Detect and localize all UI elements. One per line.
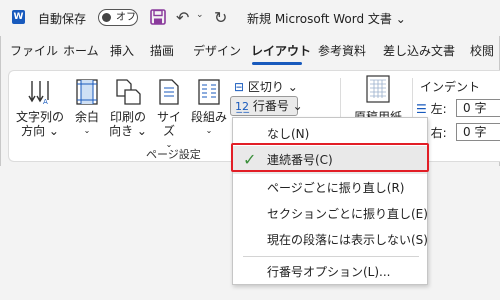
menu-item-label: 現在の段落には表示しない(S) <box>267 233 428 247</box>
page-setup-group-label: ページ設定 <box>146 148 201 161</box>
columns-label-1: 段組み <box>190 110 227 124</box>
indent-left-icon: ☰ <box>416 102 427 116</box>
text-direction-label-1: 文字列の <box>15 110 64 124</box>
undo-icon[interactable]: ↶ <box>176 8 189 27</box>
redo-icon[interactable]: ↻ <box>214 8 227 27</box>
indent-left-field[interactable]: 0 字 <box>456 99 500 117</box>
columns-button[interactable]: 段組み ⌄ <box>190 78 228 138</box>
autosave-toggle[interactable]: オフ <box>98 9 138 26</box>
menu-item-options[interactable]: 行番号オプション(L)... <box>233 258 427 286</box>
menu-item-label: セクションごとに振り直し(E) <box>267 207 428 221</box>
tab-home[interactable]: ホーム <box>63 42 99 59</box>
autosave-state: オフ <box>116 12 136 23</box>
tab-references[interactable]: 参考資料 <box>318 42 366 59</box>
highlight-box <box>231 143 429 172</box>
size-label-1: サイズ <box>156 110 181 138</box>
word-logo-icon: W <box>12 10 25 24</box>
margins-label-2: ⌄ <box>83 126 91 135</box>
size-button[interactable]: サイズ ⌄ <box>152 78 186 152</box>
breaks-icon: ⊟ <box>234 80 245 94</box>
tab-review[interactable]: 校閲 <box>470 42 494 59</box>
tab-mailings[interactable]: 差し込み文書 <box>383 42 455 59</box>
indent-right-field[interactable]: 0 字 <box>456 123 500 141</box>
menu-item-restart-each-section[interactable]: セクションごとに振り直し(E) <box>233 200 428 228</box>
text-direction-label-2: 方向 ⌄ <box>21 124 59 138</box>
menu-item-label: ページごとに振り直し(R) <box>267 181 405 195</box>
save-icon[interactable] <box>150 9 166 25</box>
tab-design[interactable]: デザイン <box>193 42 241 59</box>
breaks-button[interactable]: ⊟ 区切り ⌄ <box>234 78 298 95</box>
line-numbers-button[interactable]: 1̲2̲ 行番号 ⌄ <box>230 96 303 116</box>
indent-left-row: ☰ 左: <box>416 100 447 117</box>
genko-icon <box>366 75 390 103</box>
margins-button[interactable]: 余白 ⌄ <box>70 78 104 138</box>
menu-separator <box>243 256 419 257</box>
title-bar: W 自動保存 オフ ↶ ⌄ ↻ 新規 Microsoft Word 文書 ⌄ <box>0 0 500 36</box>
document-title[interactable]: 新規 Microsoft Word 文書 ⌄ <box>247 10 406 27</box>
tab-draw[interactable]: 描画 <box>150 42 174 59</box>
tab-layout[interactable]: レイアウト <box>251 42 311 59</box>
orientation-label-2: 向き ⌄ <box>109 124 147 138</box>
indent-right-label: 右: <box>430 126 447 140</box>
menu-item-label: 行番号オプション(L)... <box>267 265 391 279</box>
size-icon <box>159 79 179 105</box>
ribbon-tabs: ファイル ホーム 挿入 描画 デザイン レイアウト 参考資料 差し込み文書 校閲 <box>0 42 500 66</box>
orientation-label-1: 印刷の <box>109 110 146 124</box>
line-numbers-icon: 1̲2̲ <box>235 100 249 113</box>
menu-item-label: なし(N) <box>267 127 310 141</box>
autosave-label: 自動保存 <box>38 12 87 26</box>
columns-icon <box>198 79 220 105</box>
line-numbers-label: 行番号 ⌄ <box>252 99 303 113</box>
columns-label-2: ⌄ <box>205 126 213 135</box>
svg-text:A: A <box>43 98 48 106</box>
text-direction-icon: A <box>28 81 49 106</box>
text-direction-button[interactable]: A 文字列の 方向 ⌄ <box>14 78 66 138</box>
active-tab-indicator <box>252 62 302 65</box>
orientation-icon <box>116 79 141 105</box>
indent-left-label: 左: <box>430 102 447 116</box>
toggle-knob-icon <box>102 13 111 22</box>
tab-file[interactable]: ファイル <box>10 42 58 59</box>
orientation-button[interactable]: 印刷の 向き ⌄ <box>106 78 150 138</box>
menu-item-suppress[interactable]: 現在の段落には表示しない(S) <box>233 226 428 254</box>
margins-icon <box>76 79 98 105</box>
breaks-label: 区切り ⌄ <box>247 80 298 94</box>
menu-item-restart-each-page[interactable]: ページごとに振り直し(R) <box>233 174 427 202</box>
undo-dropdown-icon[interactable]: ⌄ <box>196 10 204 20</box>
tab-insert[interactable]: 挿入 <box>110 42 134 59</box>
margins-label-1: 余白 <box>74 110 99 124</box>
indent-title: インデント <box>420 80 481 94</box>
